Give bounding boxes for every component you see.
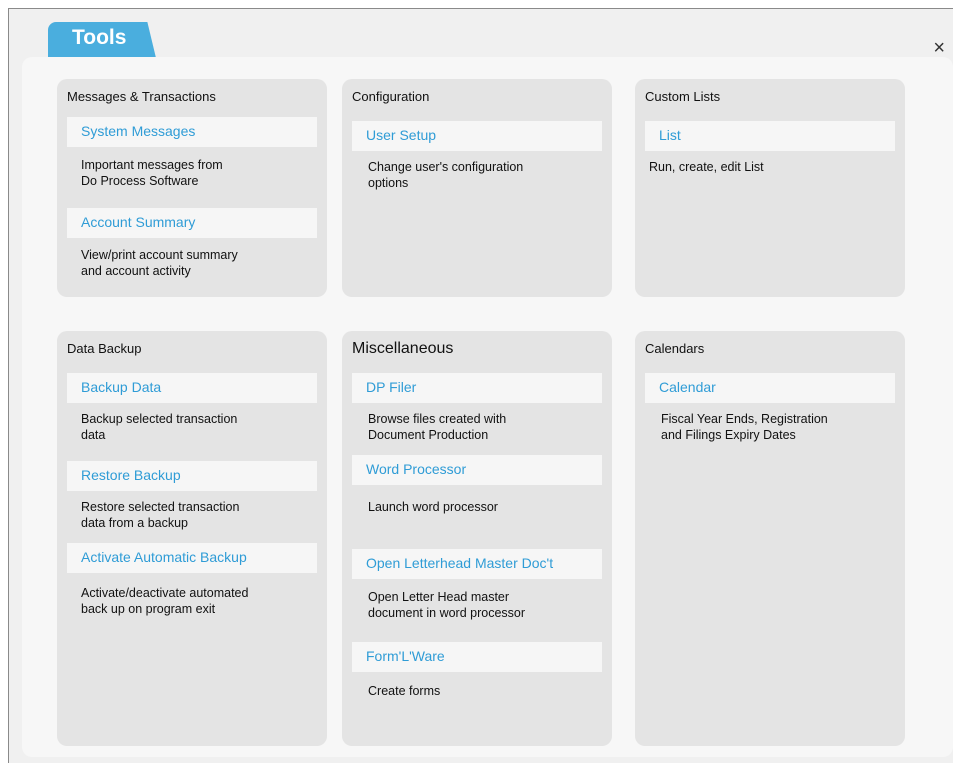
word-processor-link[interactable]: Word Processor <box>352 455 602 485</box>
item-description: View/print account summary and account a… <box>81 248 238 278</box>
card-title: Miscellaneous <box>352 340 454 357</box>
item-description: Browse files created with Document Produ… <box>368 412 507 442</box>
item-description: Restore selected transaction data from a… <box>81 500 240 530</box>
backup-data-link[interactable]: Backup Data <box>67 373 317 403</box>
card-configuration: Configuration User Setup Change user's c… <box>342 79 612 297</box>
formlware-link[interactable]: Form'L'Ware <box>352 642 602 672</box>
open-letterhead-master-link[interactable]: Open Letterhead Master Doc't <box>352 549 602 579</box>
activate-automatic-backup-link[interactable]: Activate Automatic Backup <box>67 543 317 573</box>
item-description: Fiscal Year Ends, Registration and Filin… <box>661 412 828 442</box>
card-title: Calendars <box>645 341 705 356</box>
card-custom-lists: Custom Lists List Run, create, edit List <box>635 79 905 297</box>
account-summary-link[interactable]: Account Summary <box>67 208 317 238</box>
card-miscellaneous: Miscellaneous DP Filer Browse files crea… <box>342 331 612 746</box>
item-label: DP Filer <box>366 379 417 395</box>
item-label: Activate Automatic Backup <box>81 549 247 565</box>
item-description: Create forms <box>368 684 441 698</box>
item-description: Activate/deactivate automated back up on… <box>81 586 249 616</box>
item-description: Open Letter Head master document in word… <box>368 590 526 620</box>
item-description: Important messages from Do Process Softw… <box>81 158 223 188</box>
item-description: Backup selected transaction data <box>81 412 238 442</box>
tools-tab: Tools <box>48 22 156 58</box>
item-label: List <box>659 127 681 143</box>
card-data-backup: Data Backup Backup Data Backup selected … <box>57 331 327 746</box>
tools-tab-label: Tools <box>72 26 127 49</box>
item-label: System Messages <box>81 123 196 139</box>
item-label: Word Processor <box>366 461 467 477</box>
list-link[interactable]: List <box>645 121 895 151</box>
dp-filer-link[interactable]: DP Filer <box>352 373 602 403</box>
card-messages-transactions: Messages & Transactions System Messages … <box>57 79 327 297</box>
system-messages-link[interactable]: System Messages <box>67 117 317 147</box>
item-label: Backup Data <box>81 379 162 395</box>
item-label: Open Letterhead Master Doc't <box>366 555 554 571</box>
card-title: Custom Lists <box>645 89 721 104</box>
item-description: Launch word processor <box>368 500 498 514</box>
item-label: User Setup <box>366 127 437 143</box>
item-description: Run, create, edit List <box>649 160 764 174</box>
card-title: Data Backup <box>67 341 142 356</box>
item-label: Calendar <box>659 379 716 395</box>
card-calendars: Calendars Calendar Fiscal Year Ends, Reg… <box>635 331 905 746</box>
user-setup-link[interactable]: User Setup <box>352 121 602 151</box>
card-title: Messages & Transactions <box>67 89 216 104</box>
item-label: Restore Backup <box>81 467 181 483</box>
card-title: Configuration <box>352 89 430 104</box>
item-label: Form'L'Ware <box>366 648 445 664</box>
tools-panel: Messages & Transactions System Messages … <box>22 57 953 757</box>
item-label: Account Summary <box>81 214 196 230</box>
restore-backup-link[interactable]: Restore Backup <box>67 461 317 491</box>
calendar-link[interactable]: Calendar <box>645 373 895 403</box>
item-description: Change user's configuration options <box>368 160 524 190</box>
